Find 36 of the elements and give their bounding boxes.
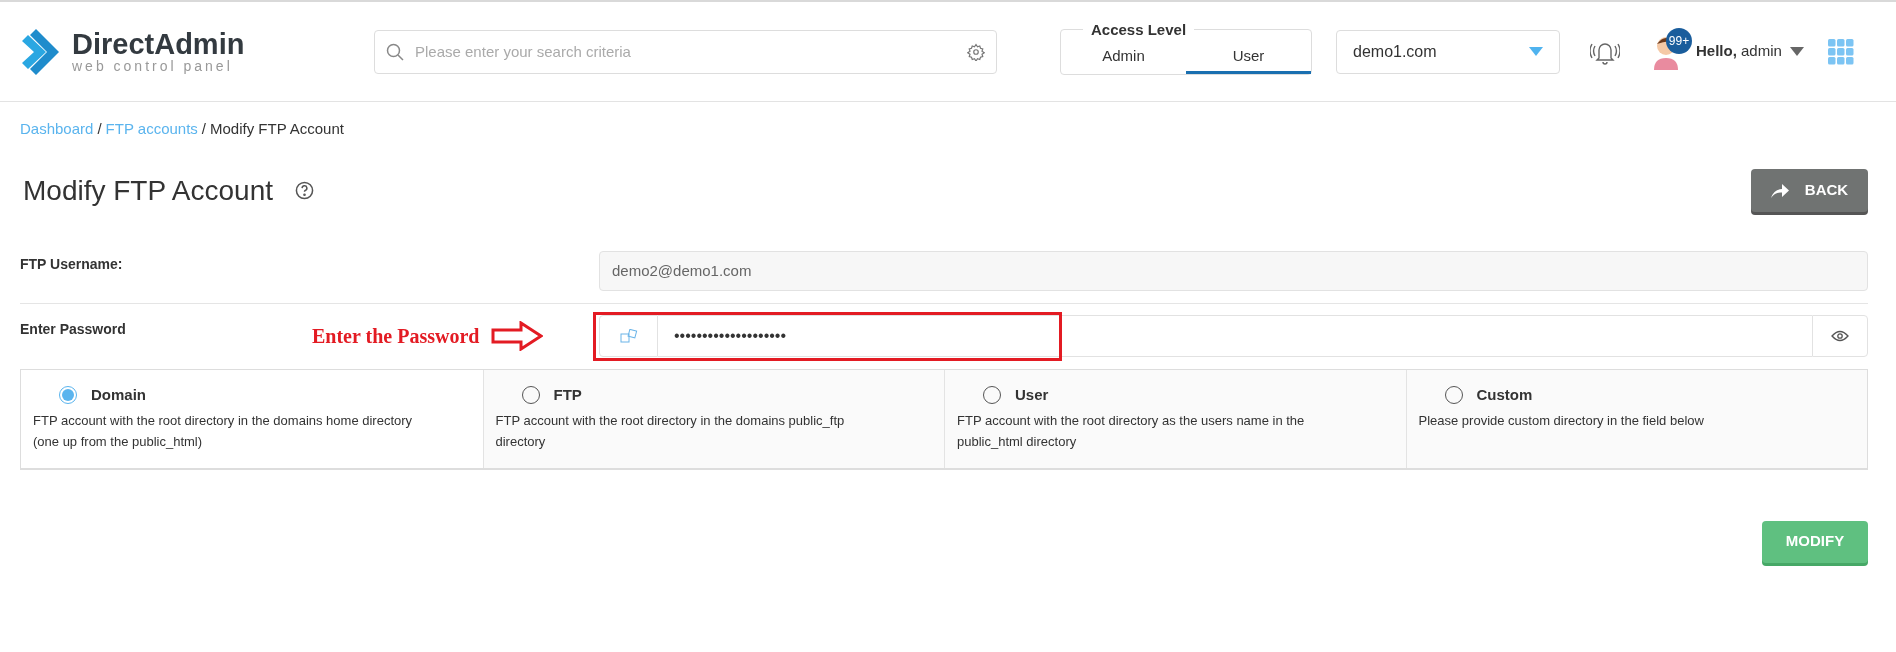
back-button[interactable]: BACK — [1751, 169, 1868, 212]
breadcrumb-current: Modify FTP Account — [210, 119, 344, 139]
search-field[interactable]: Please enter your search criteria — [374, 29, 997, 74]
option-description: FTP account with the root directory in the domains public_ftp directory — [495, 412, 846, 451]
option-description: FTP account with the root directory as the users name in the public_html directory — [957, 412, 1306, 451]
settings-icon[interactable] — [967, 42, 985, 61]
option-label: User — [1015, 384, 1049, 405]
caret-icon — [1529, 47, 1543, 56]
access-tab[interactable]: User — [1186, 41, 1311, 74]
option-description: Please provide custom directory in the field below — [1418, 412, 1705, 430]
option-label: Domain — [91, 384, 146, 405]
annotation-label: Enter the Password — [312, 323, 480, 349]
help-icon[interactable] — [295, 181, 315, 200]
user-menu[interactable]: Hello, admin — [1696, 40, 1804, 63]
option-label: Custom — [1476, 384, 1533, 405]
breadcrumb-separator: / — [201, 119, 206, 139]
arrow-icon — [491, 320, 544, 351]
brand-tagline: web control panel — [72, 59, 234, 73]
notification-badge: 99+ — [1666, 27, 1692, 54]
option-label: FTP — [553, 384, 582, 405]
option-description: FTP account with the root directory in the domains home directory (one up from the public_html) — [33, 412, 414, 451]
caret-icon — [1789, 47, 1804, 56]
password-label: Enter Password — [20, 319, 127, 339]
username-label: FTP Username: — [20, 254, 124, 274]
generate-password-button[interactable] — [599, 314, 658, 357]
share-arrow-icon — [1770, 183, 1789, 198]
access-tab[interactable]: Admin — [1061, 41, 1186, 74]
breadcrumb-separator: / — [97, 119, 102, 139]
password-field[interactable]: •••••••••••••••••••• — [658, 314, 1812, 357]
domain-select[interactable]: demo1.com — [1336, 29, 1560, 74]
eye-icon — [1831, 329, 1849, 342]
show-password-button[interactable] — [1812, 314, 1868, 357]
page-title: Modify FTP Account — [23, 173, 274, 208]
dice-icon — [619, 328, 638, 343]
search-icon — [386, 42, 404, 61]
brand-name: DirectAdmin — [72, 30, 245, 59]
